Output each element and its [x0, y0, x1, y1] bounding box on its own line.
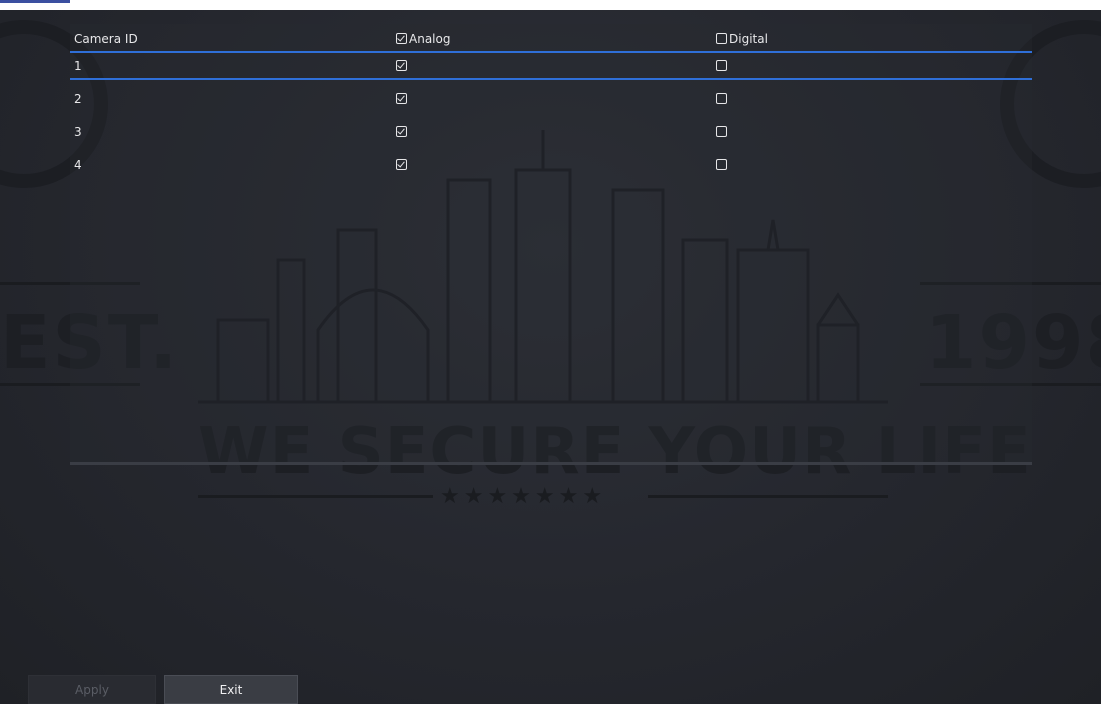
- row-digital-cell: [716, 88, 729, 111]
- row-analog-cell: [396, 88, 409, 111]
- table-row[interactable]: 4: [70, 154, 1032, 177]
- row-analog-cell: [396, 55, 409, 78]
- analog-checkbox[interactable]: [396, 126, 407, 137]
- header-camera-id: Camera ID: [74, 32, 138, 46]
- row-camera-id: 1: [74, 59, 82, 73]
- header-digital[interactable]: Digital: [716, 28, 768, 51]
- row-analog-cell: [396, 154, 409, 177]
- row-camera-id: 3: [74, 125, 82, 139]
- apply-button[interactable]: Apply: [28, 675, 156, 704]
- digital-checkbox[interactable]: [716, 60, 727, 71]
- analog-checkbox[interactable]: [396, 60, 407, 71]
- digital-checkbox[interactable]: [716, 93, 727, 104]
- analog-checkbox[interactable]: [396, 159, 407, 170]
- top-bar-mark: [0, 0, 70, 3]
- row-camera-id: 2: [74, 92, 82, 106]
- row-camera-id: 4: [74, 158, 82, 172]
- header-digital-label: Digital: [729, 32, 768, 46]
- table-row[interactable]: 3: [70, 121, 1032, 144]
- row-digital-cell: [716, 121, 729, 144]
- table-header-row: Camera ID Analog Digital: [70, 28, 1032, 53]
- table-row[interactable]: 2: [70, 88, 1032, 111]
- watermark-slogan-line-left: [198, 495, 433, 498]
- camera-type-table: Camera ID Analog Digital 1 2 3 4: [70, 28, 1032, 177]
- watermark-stars: ★★★★★★★: [440, 484, 607, 509]
- top-bar: [0, 0, 1101, 10]
- row-digital-cell: [716, 154, 729, 177]
- exit-button[interactable]: Exit: [164, 675, 298, 704]
- header-analog-checkbox[interactable]: [396, 33, 407, 44]
- watermark-slogan-line-right: [648, 495, 888, 498]
- row-digital-cell: [716, 55, 729, 78]
- header-digital-checkbox[interactable]: [716, 33, 727, 44]
- digital-checkbox[interactable]: [716, 159, 727, 170]
- camera-type-screen: EST. 1998 WE SECURE YOUR LIFE ★★★★★★★ Ca…: [0, 0, 1101, 704]
- row-analog-cell: [396, 121, 409, 144]
- table-row[interactable]: 1: [70, 55, 1032, 80]
- header-analog[interactable]: Analog: [396, 28, 450, 51]
- header-analog-label: Analog: [409, 32, 451, 46]
- analog-checkbox[interactable]: [396, 93, 407, 104]
- digital-checkbox[interactable]: [716, 126, 727, 137]
